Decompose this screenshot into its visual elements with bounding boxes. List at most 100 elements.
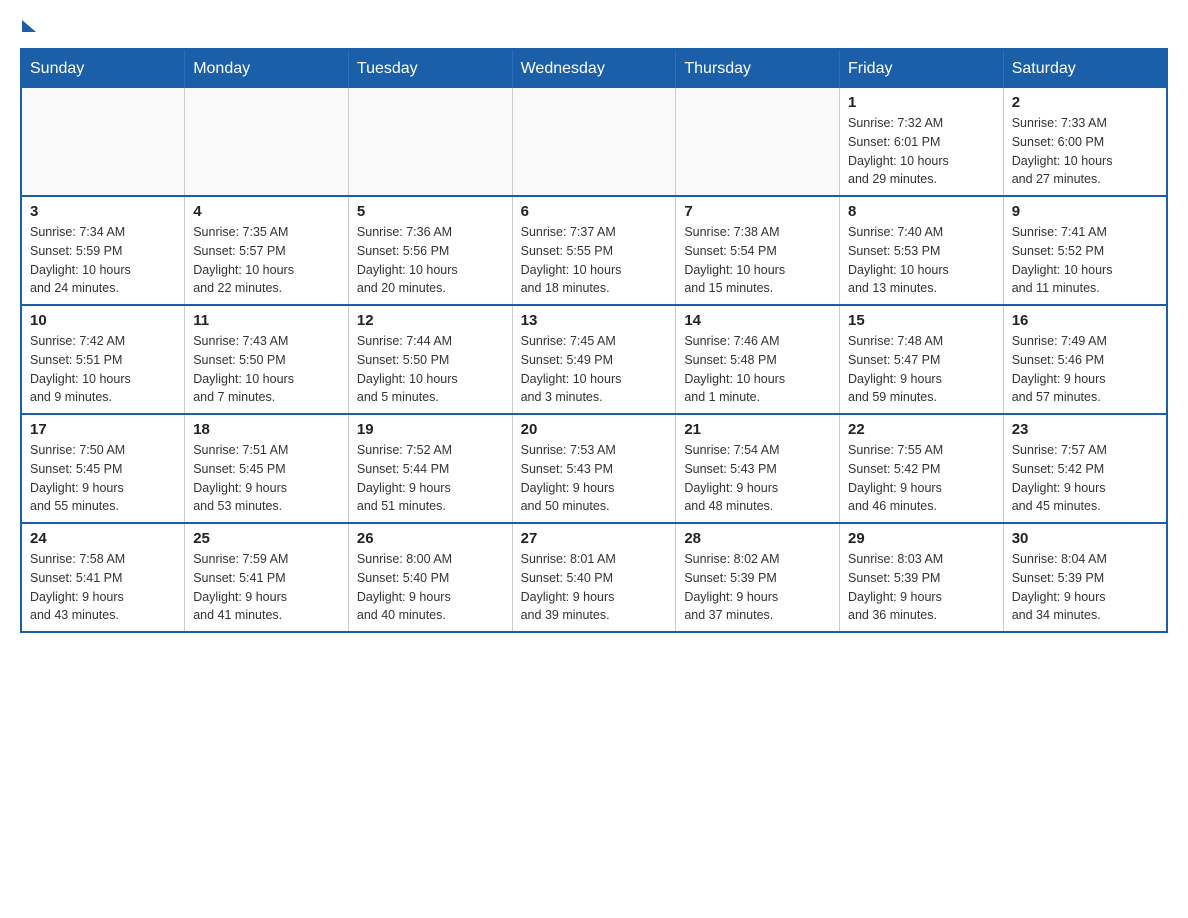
day-header-friday: Friday bbox=[840, 49, 1004, 88]
calendar-cell: 26 Sunrise: 8:00 AM Sunset: 5:40 PM Dayli… bbox=[348, 523, 512, 632]
day-info: Sunrise: 8:00 AM Sunset: 5:40 PM Dayligh… bbox=[357, 550, 504, 625]
calendar-cell: 1 Sunrise: 7:32 AM Sunset: 6:01 PM Daylig… bbox=[840, 88, 1004, 196]
day-number: 23 bbox=[1012, 421, 1158, 438]
day-number: 12 bbox=[357, 312, 504, 329]
day-info: Sunrise: 7:48 AM Sunset: 5:47 PM Dayligh… bbox=[848, 332, 995, 407]
day-info: Sunrise: 7:57 AM Sunset: 5:42 PM Dayligh… bbox=[1012, 441, 1158, 516]
day-info: Sunrise: 7:37 AM Sunset: 5:55 PM Dayligh… bbox=[521, 223, 668, 298]
calendar-cell bbox=[185, 88, 349, 196]
calendar-cell: 21Sunrise: 7:54 AM Sunset: 5:43 PM Dayli… bbox=[676, 414, 840, 523]
day-info: Sunrise: 7:55 AM Sunset: 5:42 PM Dayligh… bbox=[848, 441, 995, 516]
day-info: Sunrise: 7:38 AM Sunset: 5:54 PM Dayligh… bbox=[684, 223, 831, 298]
page-header bbox=[20, 20, 1168, 32]
calendar-cell: 14 Sunrise: 7:46 AM Sunset: 5:48 PM Dayli… bbox=[676, 305, 840, 414]
day-info: Sunrise: 7:41 AM Sunset: 5:52 PM Dayligh… bbox=[1012, 223, 1158, 298]
day-info: Sunrise: 8:01 AM Sunset: 5:40 PM Dayligh… bbox=[521, 550, 668, 625]
calendar-week-row: 17 Sunrise: 7:50 AM Sunset: 5:45 PM Dayli… bbox=[21, 414, 1167, 523]
calendar-cell: 30Sunrise: 8:04 AM Sunset: 5:39 PM Dayli… bbox=[1003, 523, 1167, 632]
day-info: Sunrise: 7:53 AM Sunset: 5:43 PM Dayligh… bbox=[521, 441, 668, 516]
calendar-cell: 9 Sunrise: 7:41 AM Sunset: 5:52 PM Daylig… bbox=[1003, 196, 1167, 305]
day-number: 4 bbox=[193, 203, 340, 220]
calendar-cell: 3Sunrise: 7:34 AM Sunset: 5:59 PM Daylig… bbox=[21, 196, 185, 305]
day-number: 5 bbox=[357, 203, 504, 220]
day-info: Sunrise: 7:54 AM Sunset: 5:43 PM Dayligh… bbox=[684, 441, 831, 516]
day-info: Sunrise: 7:36 AM Sunset: 5:56 PM Dayligh… bbox=[357, 223, 504, 298]
calendar-cell: 16Sunrise: 7:49 AM Sunset: 5:46 PM Dayli… bbox=[1003, 305, 1167, 414]
day-info: Sunrise: 7:32 AM Sunset: 6:01 PM Dayligh… bbox=[848, 114, 995, 189]
calendar-cell: 27 Sunrise: 8:01 AM Sunset: 5:40 PM Dayli… bbox=[512, 523, 676, 632]
calendar-cell: 17 Sunrise: 7:50 AM Sunset: 5:45 PM Dayli… bbox=[21, 414, 185, 523]
day-number: 8 bbox=[848, 203, 995, 220]
calendar-cell bbox=[21, 88, 185, 196]
day-info: Sunrise: 8:02 AM Sunset: 5:39 PM Dayligh… bbox=[684, 550, 831, 625]
day-header-saturday: Saturday bbox=[1003, 49, 1167, 88]
day-info: Sunrise: 7:46 AM Sunset: 5:48 PM Dayligh… bbox=[684, 332, 831, 407]
calendar-cell: 15 Sunrise: 7:48 AM Sunset: 5:47 PM Dayli… bbox=[840, 305, 1004, 414]
day-info: Sunrise: 8:03 AM Sunset: 5:39 PM Dayligh… bbox=[848, 550, 995, 625]
calendar-week-row: 24 Sunrise: 7:58 AM Sunset: 5:41 PM Dayli… bbox=[21, 523, 1167, 632]
calendar-cell: 6 Sunrise: 7:37 AM Sunset: 5:55 PM Daylig… bbox=[512, 196, 676, 305]
day-number: 11 bbox=[193, 312, 340, 329]
calendar-week-row: 3Sunrise: 7:34 AM Sunset: 5:59 PM Daylig… bbox=[21, 196, 1167, 305]
calendar-week-row: 1 Sunrise: 7:32 AM Sunset: 6:01 PM Daylig… bbox=[21, 88, 1167, 196]
calendar-week-row: 10Sunrise: 7:42 AM Sunset: 5:51 PM Dayli… bbox=[21, 305, 1167, 414]
day-number: 24 bbox=[30, 530, 176, 547]
calendar-cell bbox=[512, 88, 676, 196]
day-header-wednesday: Wednesday bbox=[512, 49, 676, 88]
calendar-cell: 18Sunrise: 7:51 AM Sunset: 5:45 PM Dayli… bbox=[185, 414, 349, 523]
day-number: 27 bbox=[521, 530, 668, 547]
day-number: 14 bbox=[684, 312, 831, 329]
calendar-cell: 5 Sunrise: 7:36 AM Sunset: 5:56 PM Daylig… bbox=[348, 196, 512, 305]
calendar-cell bbox=[676, 88, 840, 196]
day-info: Sunrise: 7:50 AM Sunset: 5:45 PM Dayligh… bbox=[30, 441, 176, 516]
day-number: 3 bbox=[30, 203, 176, 220]
day-info: Sunrise: 7:35 AM Sunset: 5:57 PM Dayligh… bbox=[193, 223, 340, 298]
day-info: Sunrise: 7:44 AM Sunset: 5:50 PM Dayligh… bbox=[357, 332, 504, 407]
day-info: Sunrise: 8:04 AM Sunset: 5:39 PM Dayligh… bbox=[1012, 550, 1158, 625]
calendar-header-row: SundayMondayTuesdayWednesdayThursdayFrid… bbox=[21, 49, 1167, 88]
calendar-cell: 28 Sunrise: 8:02 AM Sunset: 5:39 PM Dayli… bbox=[676, 523, 840, 632]
day-header-sunday: Sunday bbox=[21, 49, 185, 88]
calendar-cell: 4 Sunrise: 7:35 AM Sunset: 5:57 PM Daylig… bbox=[185, 196, 349, 305]
day-number: 10 bbox=[30, 312, 176, 329]
day-number: 22 bbox=[848, 421, 995, 438]
day-number: 2 bbox=[1012, 94, 1158, 111]
day-number: 29 bbox=[848, 530, 995, 547]
day-info: Sunrise: 7:40 AM Sunset: 5:53 PM Dayligh… bbox=[848, 223, 995, 298]
day-number: 17 bbox=[30, 421, 176, 438]
day-header-thursday: Thursday bbox=[676, 49, 840, 88]
day-number: 26 bbox=[357, 530, 504, 547]
calendar-cell: 24 Sunrise: 7:58 AM Sunset: 5:41 PM Dayli… bbox=[21, 523, 185, 632]
calendar-cell bbox=[348, 88, 512, 196]
day-number: 15 bbox=[848, 312, 995, 329]
day-info: Sunrise: 7:51 AM Sunset: 5:45 PM Dayligh… bbox=[193, 441, 340, 516]
day-number: 9 bbox=[1012, 203, 1158, 220]
calendar-cell: 12 Sunrise: 7:44 AM Sunset: 5:50 PM Dayli… bbox=[348, 305, 512, 414]
day-number: 16 bbox=[1012, 312, 1158, 329]
day-number: 19 bbox=[357, 421, 504, 438]
day-number: 28 bbox=[684, 530, 831, 547]
calendar-cell: 19Sunrise: 7:52 AM Sunset: 5:44 PM Dayli… bbox=[348, 414, 512, 523]
calendar-cell: 11 Sunrise: 7:43 AM Sunset: 5:50 PM Dayli… bbox=[185, 305, 349, 414]
day-number: 1 bbox=[848, 94, 995, 111]
logo-arrow-icon bbox=[22, 20, 36, 32]
calendar-cell: 7 Sunrise: 7:38 AM Sunset: 5:54 PM Daylig… bbox=[676, 196, 840, 305]
calendar-cell: 23 Sunrise: 7:57 AM Sunset: 5:42 PM Dayli… bbox=[1003, 414, 1167, 523]
day-info: Sunrise: 7:58 AM Sunset: 5:41 PM Dayligh… bbox=[30, 550, 176, 625]
day-number: 7 bbox=[684, 203, 831, 220]
calendar-cell: 2 Sunrise: 7:33 AM Sunset: 6:00 PM Daylig… bbox=[1003, 88, 1167, 196]
day-info: Sunrise: 7:59 AM Sunset: 5:41 PM Dayligh… bbox=[193, 550, 340, 625]
day-info: Sunrise: 7:43 AM Sunset: 5:50 PM Dayligh… bbox=[193, 332, 340, 407]
logo bbox=[20, 20, 36, 32]
calendar-cell: 8 Sunrise: 7:40 AM Sunset: 5:53 PM Daylig… bbox=[840, 196, 1004, 305]
day-info: Sunrise: 7:33 AM Sunset: 6:00 PM Dayligh… bbox=[1012, 114, 1158, 189]
day-number: 20 bbox=[521, 421, 668, 438]
day-number: 25 bbox=[193, 530, 340, 547]
calendar-cell: 20 Sunrise: 7:53 AM Sunset: 5:43 PM Dayli… bbox=[512, 414, 676, 523]
day-header-tuesday: Tuesday bbox=[348, 49, 512, 88]
day-info: Sunrise: 7:45 AM Sunset: 5:49 PM Dayligh… bbox=[521, 332, 668, 407]
calendar-table: SundayMondayTuesdayWednesdayThursdayFrid… bbox=[20, 48, 1168, 633]
day-number: 6 bbox=[521, 203, 668, 220]
day-header-monday: Monday bbox=[185, 49, 349, 88]
calendar-cell: 22 Sunrise: 7:55 AM Sunset: 5:42 PM Dayli… bbox=[840, 414, 1004, 523]
